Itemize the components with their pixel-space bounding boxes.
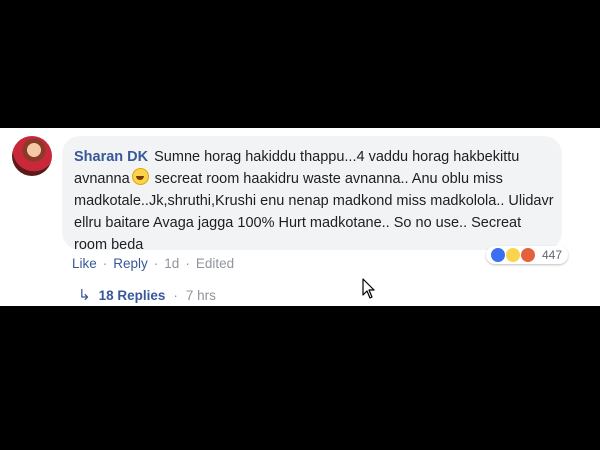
separator-dot: · — [102, 256, 108, 271]
separator-dot: · — [153, 256, 159, 271]
author-name[interactable]: Sharan DK — [74, 149, 148, 165]
haha-reaction-icon — [505, 247, 521, 263]
comment-bubble: Sharan DK Sumne horag hakiddu thappu...4 … — [62, 136, 562, 253]
reactions-summary[interactable]: 447 — [486, 246, 569, 264]
edited-label[interactable]: Edited — [196, 256, 234, 271]
reaction-count: 447 — [542, 248, 563, 262]
angry-reaction-icon — [520, 247, 536, 263]
replies-count-link[interactable]: 18 Replies — [99, 288, 166, 303]
like-reaction-icon — [490, 247, 506, 263]
avatar[interactable] — [12, 136, 52, 176]
laughing-emoji-icon — [131, 168, 149, 185]
comment-body-end: secreat room haakidru waste avnanna.. An… — [74, 171, 554, 253]
replies-time: 7 hrs — [185, 287, 216, 303]
reply-button[interactable]: Reply — [113, 256, 148, 271]
comment-text: Sharan DK Sumne horag hakiddu thappu...4 … — [74, 146, 554, 256]
comment-actions: Like · Reply · 1d · Edited — [72, 256, 234, 271]
mouse-pointer-icon — [362, 278, 375, 299]
comment-time[interactable]: 1d — [164, 256, 179, 271]
separator-dot: · — [185, 256, 190, 271]
reply-arrow-icon: ↳ — [78, 287, 91, 304]
view-replies[interactable]: ↳ 18 Replies · 7 hrs — [78, 286, 216, 304]
separator-dot: · — [173, 287, 178, 303]
comment-panel: Sharan DK Sumne horag hakiddu thappu...4 … — [0, 128, 600, 306]
like-button[interactable]: Like — [72, 256, 97, 271]
